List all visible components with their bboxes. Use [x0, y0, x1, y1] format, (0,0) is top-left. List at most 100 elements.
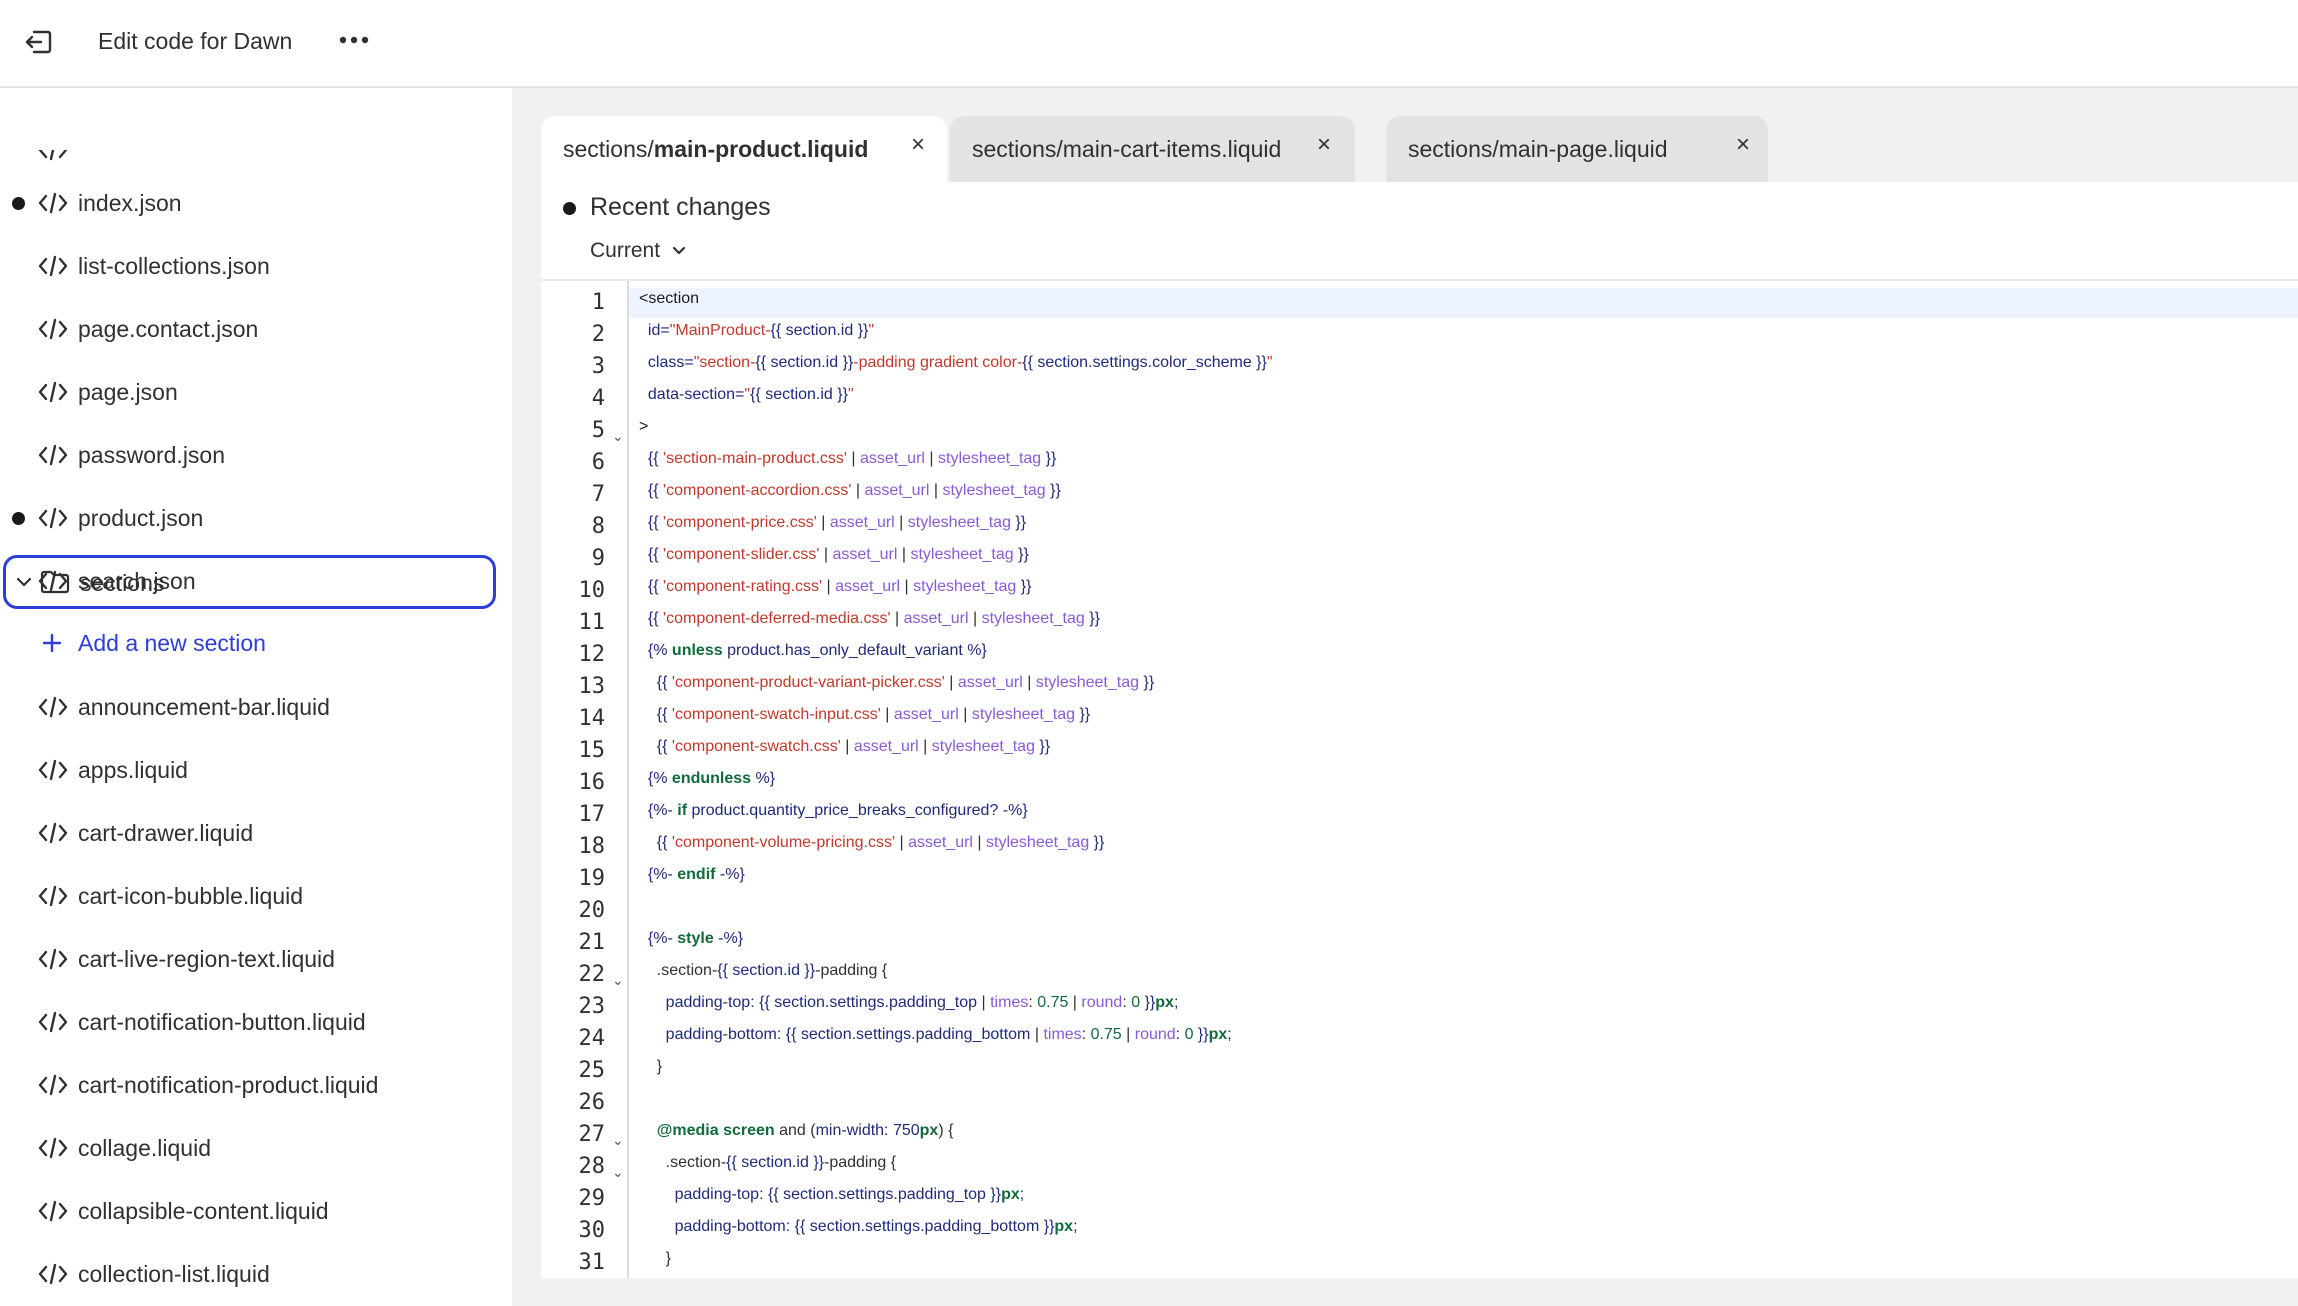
line-number: 10	[578, 578, 606, 603]
file-item[interactable]: product.json	[0, 490, 512, 546]
fold-chevron-icon[interactable]: ⌄	[612, 428, 624, 445]
code-line: }	[639, 1250, 672, 1267]
fold-chevron-icon[interactable]: ⌄	[612, 972, 624, 989]
version-label: Current	[590, 239, 661, 262]
more-actions-button[interactable]	[332, 18, 376, 62]
code-line: .section-{{ section.id }}-padding {	[639, 1154, 897, 1171]
file-label: list-collections.json	[78, 252, 270, 279]
exit-button[interactable]	[14, 18, 62, 66]
code-file-icon	[38, 1011, 68, 1033]
active-line-highlight	[541, 288, 2298, 318]
version-select[interactable]: Current	[590, 236, 688, 266]
code-file-icon	[38, 822, 68, 844]
code-line: {{ 'component-volume-pricing.css' | asse…	[656, 834, 1105, 851]
file-label: index.json	[78, 189, 182, 216]
code-line: {%- if product.quantity_price_breaks_con…	[647, 802, 1028, 819]
file-item[interactable]: collage.liquid	[0, 1120, 512, 1176]
file-label: collection-list.liquid	[78, 1260, 270, 1287]
file-item[interactable]: list-collections.json	[0, 238, 512, 294]
file-tree-sidebar: index.json list-collections.json page.cont…	[0, 88, 512, 1306]
tab-main-page[interactable]: sections/main-page.liquid ×	[1386, 116, 1768, 182]
line-number: 25	[578, 1058, 606, 1083]
code-line: {{ 'component-deferred-media.css' | asse…	[647, 610, 1100, 627]
file-item[interactable]: cart-live-region-text.liquid	[0, 931, 512, 987]
file-label: cart-notification-button.liquid	[78, 1008, 366, 1035]
file-label: product.json	[78, 504, 204, 531]
recent-changes-title: Recent changes	[590, 193, 771, 221]
close-icon[interactable]: ×	[1309, 130, 1339, 160]
line-number: 26	[578, 1090, 606, 1115]
code-file-icon	[38, 507, 68, 529]
file-item[interactable]: cart-icon-bubble.liquid	[0, 868, 512, 924]
file-item[interactable]: cart-notification-button.liquid	[0, 994, 512, 1050]
tab-main-cart-items[interactable]: sections/main-cart-items.liquid ×	[950, 116, 1355, 182]
file-item[interactable]: announcement-bar.liquid	[0, 679, 512, 735]
code-line: class="section-{{ section.id }}-padding …	[647, 354, 1273, 371]
file-item[interactable]: page.contact.json	[0, 301, 512, 357]
folder-icon	[40, 570, 70, 594]
fold-chevron-icon[interactable]: ⌄	[612, 1164, 624, 1181]
code-file-icon	[38, 885, 68, 907]
line-number: 9	[591, 546, 605, 571]
page-title: Edit code for Dawn	[98, 28, 293, 54]
line-number: 19	[578, 866, 606, 891]
code-file-icon	[38, 192, 68, 214]
file-label: cart-drawer.liquid	[78, 819, 254, 846]
file-label: announcement-bar.liquid	[78, 693, 330, 720]
code-line: <section	[639, 290, 700, 307]
line-number: 4	[591, 386, 605, 411]
file-item[interactable]: cart-notification-product.liquid	[0, 1057, 512, 1113]
tab-main-product[interactable]: sections/main-product.liquid ×	[541, 116, 947, 182]
code-line: {{ 'component-rating.css' | asset_url | …	[647, 578, 1032, 595]
file-item[interactable]: index.json	[0, 175, 512, 231]
code-file-icon	[38, 255, 68, 277]
code-line: padding-top: {{ section.settings.padding…	[665, 994, 1179, 1011]
tab-label: sections/main-cart-items.liquid	[972, 136, 1282, 162]
code-line: {%- style -%}	[647, 930, 744, 947]
file-label: collage.liquid	[78, 1134, 211, 1161]
line-number: 18	[578, 834, 606, 859]
file-label: page.contact.json	[78, 315, 259, 342]
file-label: password.json	[78, 441, 226, 468]
line-number: 28	[578, 1154, 606, 1179]
line-number: 12	[578, 642, 606, 667]
folder-sections[interactable]: sections	[3, 555, 496, 609]
file-item[interactable]: collection-list.liquid	[0, 1246, 512, 1302]
folder-label: sections	[80, 570, 165, 596]
line-number: 11	[578, 610, 606, 635]
code-line: {{ 'component-product-variant-picker.css…	[656, 674, 1155, 691]
fold-chevron-icon[interactable]: ⌄	[612, 1132, 624, 1149]
file-item[interactable]: collapsible-content.liquid	[0, 1183, 512, 1239]
code-line: {{ 'component-swatch.css' | asset_url | …	[656, 738, 1051, 755]
file-label: cart-icon-bubble.liquid	[78, 882, 304, 909]
line-number: 27	[578, 1122, 606, 1147]
unsaved-dot	[563, 202, 576, 215]
modified-dot	[12, 511, 25, 525]
line-number: 8	[591, 514, 605, 539]
line-number: 13	[578, 674, 606, 699]
code-line: data-section="{{ section.id }}"	[647, 386, 854, 403]
chevron-down-icon	[16, 577, 32, 587]
more-dots-icon	[339, 36, 369, 44]
code-line: {{ 'component-price.css' | asset_url | s…	[647, 514, 1027, 531]
add-new-section-link[interactable]: Add a new section	[0, 615, 512, 671]
file-item[interactable]: cart-drawer.liquid	[0, 805, 512, 861]
line-number: 7	[591, 482, 605, 507]
file-item[interactable]: password.json	[0, 427, 512, 483]
line-number: 22	[578, 962, 606, 987]
file-item[interactable]: page.json	[0, 364, 512, 420]
tab-label: sections/main-product.liquid	[563, 136, 869, 162]
divider	[541, 279, 2298, 281]
close-icon[interactable]: ×	[1728, 130, 1758, 160]
line-number: 24	[578, 1026, 606, 1051]
file-item-partial	[0, 150, 512, 170]
code-line: {{ 'component-swatch-input.css' | asset_…	[656, 706, 1091, 723]
plus-icon	[42, 633, 62, 653]
file-item[interactable]: apps.liquid	[0, 742, 512, 798]
close-icon[interactable]: ×	[903, 130, 933, 160]
code-file-icon	[38, 150, 68, 161]
tab-label: sections/main-page.liquid	[1408, 136, 1668, 162]
code-file-icon	[38, 759, 68, 781]
line-number: 21	[578, 930, 606, 955]
code-line: {{ 'component-accordion.css' | asset_url…	[647, 482, 1061, 499]
